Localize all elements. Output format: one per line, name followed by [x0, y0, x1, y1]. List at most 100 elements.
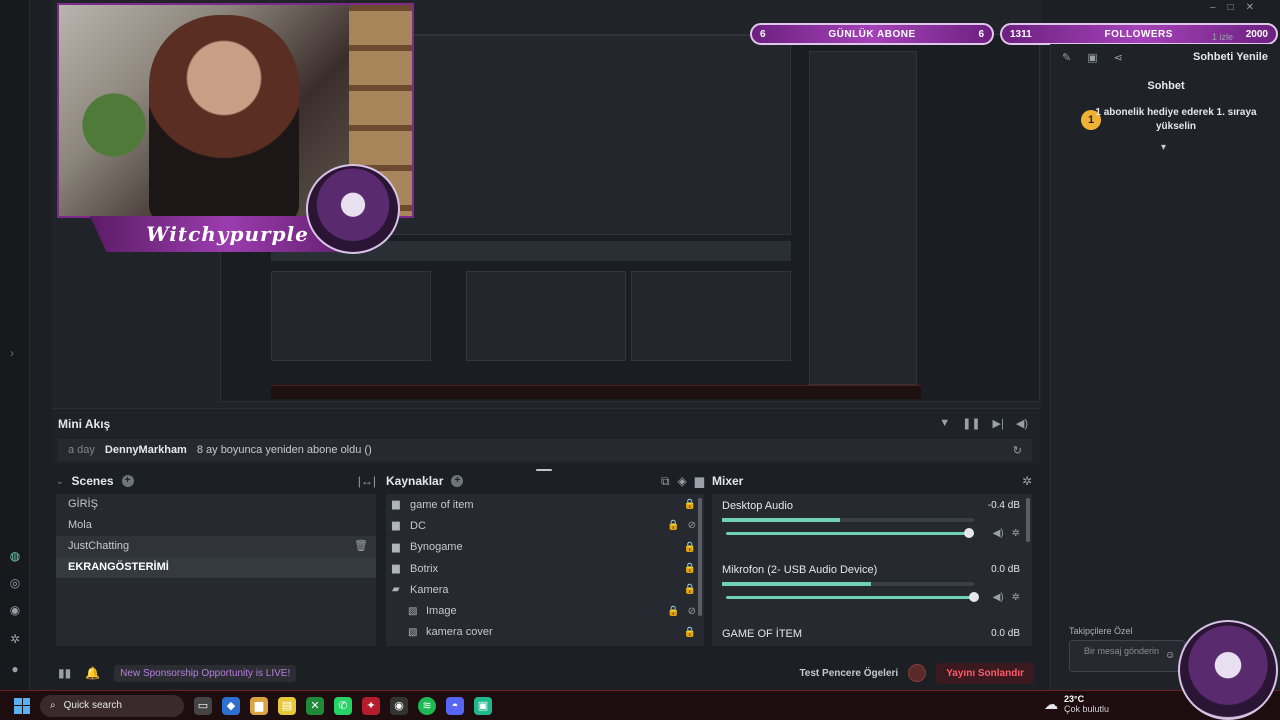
lock-icon[interactable]: 🔒: [684, 627, 696, 638]
xbox-icon[interactable]: ✕: [306, 696, 324, 715]
visibility-icon[interactable]: ⊘: [688, 520, 696, 531]
add-source-button[interactable]: +: [451, 475, 464, 487]
discord-icon[interactable]: ◓: [446, 696, 464, 715]
collapse-dock-icon[interactable]: |↔|: [358, 474, 376, 488]
scene-list: GİRİŞ Mola JustChatting 🗑 EKRANGÖSTERİMİ: [56, 494, 376, 646]
minimize-icon[interactable]: –: [1210, 2, 1216, 13]
sources-dock: Kaynaklar + ⧉ ◈ ▆ ▆ game of item 🔒 ▆ DC 🔒 ⊘ ▆ By…: [386, 470, 704, 646]
source-label: game of item: [410, 498, 474, 511]
chat-event: 1 abonelik hediye ederek 1. sıraya yükse…: [1095, 107, 1257, 132]
pause-icon[interactable]: ❚❚: [962, 417, 980, 430]
overlay-icon[interactable]: ⧉: [661, 474, 670, 489]
lock-icon[interactable]: 🔒: [667, 520, 679, 531]
feed-time: a day: [68, 444, 95, 456]
status-right: Test Pencere Ögeleri Yayını Sonlandır: [799, 662, 1034, 684]
notification-icon[interactable]: 🔔: [85, 666, 100, 680]
mixer-list: Desktop Audio -0.4 dB ◀) ✲ Mikrofon (2- USB …: [712, 494, 1032, 646]
lock-icon[interactable]: 🔒: [667, 606, 679, 617]
lock-icon[interactable]: 🔒: [684, 563, 696, 574]
close-icon[interactable]: ✕: [1246, 2, 1254, 13]
folder-icon: ▆: [392, 499, 400, 511]
chevron-down-icon[interactable]: ⌄: [56, 476, 64, 487]
lock-icon[interactable]: 🔒: [684, 499, 696, 510]
volume-slider[interactable]: [726, 592, 979, 602]
gear-icon[interactable]: ✲: [1022, 474, 1032, 488]
skip-icon[interactable]: ▶|: [993, 417, 1004, 430]
chevron-right-icon[interactable]: ›: [10, 346, 14, 360]
weather-widget[interactable]: ☁ 23°C Çok bulutlu: [1044, 694, 1109, 714]
source-controls: 🔒 ⊘: [667, 606, 696, 617]
source-item[interactable]: ▧ Image 🔒 ⊘: [386, 600, 704, 621]
source-controls: 🔒: [684, 499, 696, 510]
audio-meter: [722, 582, 974, 586]
folder-icon[interactable]: ▆: [695, 474, 704, 489]
source-label: Botrix: [410, 562, 439, 575]
add-scene-button[interactable]: +: [121, 475, 134, 487]
source-item[interactable]: ▆ Bynogame 🔒: [386, 537, 704, 558]
lock-icon[interactable]: 🔒: [684, 584, 696, 595]
filter-icon[interactable]: ▼: [939, 417, 950, 430]
layout-icon[interactable]: ◎: [7, 575, 23, 591]
nested-sources: [466, 271, 626, 361]
folder-icon: ▆: [392, 520, 400, 532]
slider-knob[interactable]: [964, 528, 975, 538]
news-banner[interactable]: New Sponsorship Opportunity is LIVE!: [114, 664, 297, 682]
source-item[interactable]: ▆ game of item 🔒: [386, 494, 704, 515]
edit-icon[interactable]: ✎: [1062, 51, 1071, 64]
themes-icon[interactable]: ◉: [7, 602, 23, 618]
volume-slider[interactable]: [726, 528, 975, 538]
feed-user[interactable]: DennyMarkham: [105, 444, 187, 456]
task-view-icon[interactable]: ▭: [194, 696, 212, 715]
gear-icon[interactable]: ✲: [1012, 528, 1020, 539]
source-item[interactable]: ▆ Botrix 🔒: [386, 558, 704, 579]
meter-fill: [722, 582, 871, 586]
profile-icon[interactable]: ●: [7, 661, 23, 677]
mute-icon[interactable]: ◀): [993, 528, 1004, 539]
source-item[interactable]: ▰ Kamera 🔒: [386, 579, 704, 600]
spotify-icon[interactable]: ≋: [418, 696, 436, 715]
copilot-icon[interactable]: ◆: [222, 696, 240, 715]
scene-item[interactable]: GİRİŞ: [56, 494, 376, 515]
studio-mode-icon[interactable]: ◍: [7, 548, 23, 564]
maximize-icon[interactable]: □: [1228, 2, 1234, 13]
app-icon[interactable]: ✦: [362, 696, 380, 715]
source-item[interactable]: ▆ DC 🔒 ⊘: [386, 515, 704, 536]
record-button[interactable]: [908, 664, 927, 682]
filter-icon[interactable]: ▾: [1161, 142, 1166, 153]
share-icon[interactable]: ⋖: [1114, 51, 1123, 64]
mute-icon[interactable]: ◀): [993, 592, 1004, 603]
scene-item[interactable]: JustChatting 🗑: [56, 536, 376, 557]
image-icon: ▧: [408, 626, 418, 638]
gear-icon[interactable]: ✲: [1012, 592, 1020, 603]
file-explorer-icon[interactable]: ▆: [250, 696, 268, 715]
test-elements-button[interactable]: Test Pencere Ögeleri: [799, 668, 898, 679]
refresh-chat-button[interactable]: Sohbeti Yenile: [1193, 51, 1268, 63]
feed-item: a day DennyMarkham 8 ay boyunca yeniden …: [58, 439, 1032, 461]
track-name: GAME OF İTEM: [722, 628, 803, 640]
trash-icon[interactable]: 🗑: [354, 536, 368, 557]
group-icon[interactable]: ◈: [678, 474, 687, 489]
sources-scrollbar[interactable]: [698, 498, 702, 616]
scene-item[interactable]: Mola: [56, 515, 376, 536]
nested-scenes: [271, 271, 431, 361]
emoji-icon[interactable]: ☺: [1165, 650, 1175, 661]
streamlabs-icon[interactable]: ▣: [474, 696, 492, 715]
whatsapp-icon[interactable]: ✆: [334, 696, 352, 715]
visibility-icon[interactable]: ⊘: [688, 606, 696, 617]
windows-start-icon[interactable]: [14, 697, 30, 714]
settings-icon[interactable]: ✲: [7, 631, 23, 647]
scenes-header: ⌄ Scenes + |↔|: [56, 470, 376, 492]
obs-icon[interactable]: ◉: [390, 696, 408, 715]
taskbar-search[interactable]: ⌕ Quick search: [40, 694, 184, 717]
end-stream-button[interactable]: Yayını Sonlandır: [936, 662, 1034, 684]
slider-knob[interactable]: [969, 592, 979, 602]
replay-icon[interactable]: ↻: [1013, 444, 1022, 457]
lock-icon[interactable]: 🔒: [684, 542, 696, 553]
volume-icon[interactable]: ◀): [1016, 417, 1028, 430]
stats-icon[interactable]: ▮▮: [58, 666, 71, 680]
notes-icon[interactable]: ▤: [278, 696, 296, 715]
scene-item[interactable]: EKRANGÖSTERİMİ: [56, 557, 376, 578]
popout-icon[interactable]: ▣: [1087, 51, 1097, 64]
source-item[interactable]: ▧ kamera cover 🔒: [386, 622, 704, 643]
source-controls: 🔒: [684, 542, 696, 553]
